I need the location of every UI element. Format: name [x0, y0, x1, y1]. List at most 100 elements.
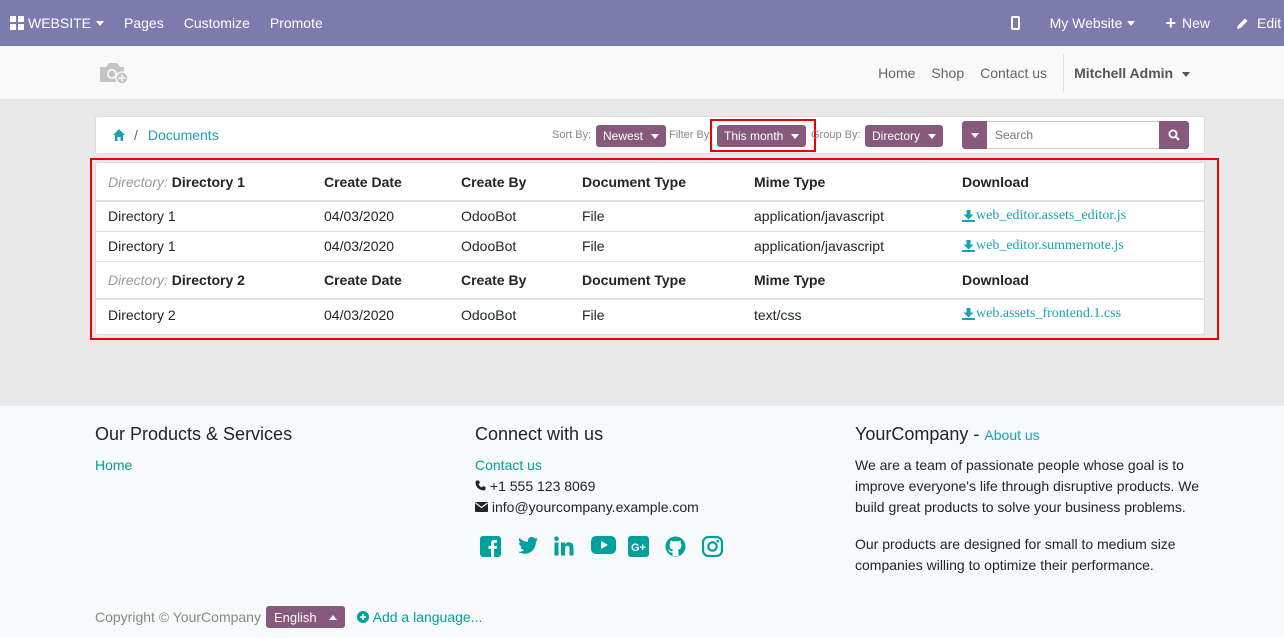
cell-directory: Directory 1 [108, 238, 176, 254]
site-header: Home Shop Contact us Mitchell Admin [0, 46, 1284, 100]
footer-phone: +1 555 123 8069 [475, 476, 739, 497]
documents-table-card: Directory: Directory 1 Create Date Creat… [95, 162, 1205, 335]
group-dropdown[interactable]: Directory [865, 125, 944, 147]
footer-products-title: Our Products & Services [95, 424, 293, 444]
search-group [962, 121, 1189, 149]
search-button[interactable] [1159, 121, 1189, 149]
search-input[interactable] [987, 121, 1159, 149]
instagram-icon[interactable] [701, 535, 739, 562]
company-logo[interactable] [98, 60, 130, 89]
filter-label: Filter By: [669, 129, 713, 141]
documents-table: Directory: Directory 1 Create Date Creat… [96, 163, 1204, 329]
pencil-icon [1237, 18, 1248, 29]
edit-label: Edit [1257, 15, 1282, 31]
directory-key: Directory: [108, 173, 168, 190]
caret-down-icon [651, 133, 660, 139]
caret-down-icon [96, 20, 105, 26]
youtube-icon[interactable] [591, 536, 628, 562]
download-icon [962, 239, 975, 252]
promote-menu[interactable]: Promote [260, 0, 333, 46]
google-plus-icon[interactable]: G+ [628, 536, 665, 562]
my-website-label: My Website [1049, 15, 1123, 31]
company-separator: - [968, 424, 985, 444]
group-name: Directory 2 [171, 271, 245, 288]
camera-plus-icon [100, 63, 129, 85]
cell-document-type: File [582, 306, 605, 323]
download-filename: web.assets_frontend.1.css [976, 306, 1122, 321]
site-footer: Our Products & Services Home Connect wit… [0, 406, 1284, 638]
cell-download: web.assets_frontend.1.css [950, 299, 1204, 329]
customize-menu[interactable]: Customize [174, 0, 260, 46]
plus-circle-icon [356, 611, 369, 623]
twitter-icon[interactable] [517, 536, 554, 562]
add-language-link[interactable]: Add a language... [356, 609, 483, 625]
home-icon[interactable] [112, 128, 126, 142]
phone-icon [475, 480, 486, 491]
plus-icon: + [1165, 13, 1176, 33]
group-directory-header: Directory: Directory 1 [96, 163, 312, 201]
cell-directory: Directory 2 [108, 306, 176, 323]
cell-create-date: 04/03/2020 [324, 208, 395, 225]
edit-button[interactable]: Edit [1226, 0, 1284, 46]
nav-home[interactable]: Home [870, 65, 923, 81]
language-value: English [273, 609, 317, 625]
footer-contact-link[interactable]: Contact us [475, 457, 542, 473]
group-label: Group By: [811, 129, 861, 141]
download-link[interactable]: web_editor.assets_editor.js [962, 208, 1126, 224]
directory-key: Directory: [108, 271, 168, 288]
cell-mime-type: text/css [754, 306, 802, 323]
apps-grid-icon [10, 16, 24, 30]
copyright-text: Copyright © YourCompany [95, 609, 261, 625]
cell-create-by: OdooBot [461, 208, 517, 225]
nav-contact-us[interactable]: Contact us [972, 65, 1055, 81]
linkedin-icon[interactable] [554, 536, 591, 562]
download-link[interactable]: web_editor.summernote.js [962, 238, 1124, 254]
language-selector[interactable]: English [265, 606, 345, 628]
download-filename: web_editor.assets_editor.js [976, 207, 1127, 223]
facebook-icon[interactable] [480, 536, 517, 562]
cell-create-by: OdooBot [461, 306, 517, 323]
footer-products: Our Products & Services Home [95, 424, 292, 476]
pages-menu[interactable]: Pages [114, 0, 174, 46]
group-directory-header: Directory: Directory 2 [96, 261, 312, 299]
search-options-dropdown[interactable] [962, 121, 987, 149]
svg-text:G+: G+ [631, 542, 646, 554]
cell-download: web_editor.summernote.js [950, 231, 1204, 261]
company-name: YourCompany [855, 424, 969, 444]
col-create-date: Create Date [324, 271, 402, 288]
footer-home-link[interactable]: Home [95, 457, 132, 473]
download-icon [962, 209, 975, 222]
mobile-preview-button[interactable] [997, 0, 1036, 46]
col-document-type: Document Type [582, 173, 686, 190]
download-link[interactable]: web.assets_frontend.1.css [962, 306, 1121, 322]
breadcrumb-documents[interactable]: Documents [148, 127, 219, 143]
table-row: Directory 1 04/03/2020 OdooBot File appl… [96, 201, 1204, 231]
email-address: info@yourcompany.example.com [491, 499, 699, 515]
phone-number: +1 555 123 8069 [489, 478, 596, 494]
col-create-by: Create By [461, 271, 527, 288]
about-us-link[interactable]: About us [984, 427, 1039, 443]
new-label: New [1181, 15, 1210, 31]
footer-email: info@yourcompany.example.com [475, 497, 739, 518]
table-row: Directory 2 04/03/2020 OdooBot File text… [96, 299, 1204, 329]
download-icon [962, 308, 975, 320]
user-name: Mitchell Admin [1074, 65, 1174, 81]
col-create-date: Create Date [324, 173, 402, 190]
footer-connect-title: Connect with us [475, 424, 604, 444]
breadcrumb-separator: / [134, 127, 138, 143]
new-button[interactable]: + New [1149, 0, 1226, 46]
group-header-row: Directory: Directory 1 Create Date Creat… [96, 163, 1204, 201]
site-nav: Home Shop Contact us Mitchell Admin [870, 54, 1198, 92]
github-icon[interactable] [665, 536, 702, 562]
sort-dropdown[interactable]: Newest [596, 125, 667, 147]
footer-connect: Connect with us Contact us +1 555 123 80… [475, 424, 739, 562]
website-menu[interactable]: WEBSITE [0, 0, 114, 46]
col-create-by: Create By [461, 173, 527, 190]
social-icons: G+ [480, 535, 739, 562]
user-menu[interactable]: Mitchell Admin [1066, 65, 1198, 81]
add-language-label: Add a language... [372, 609, 483, 625]
about-paragraph-2: Our products are designed for small to m… [855, 536, 1176, 573]
nav-shop[interactable]: Shop [923, 65, 972, 81]
group-name: Directory 1 [171, 173, 245, 190]
my-website-menu[interactable]: My Website [1036, 0, 1150, 46]
